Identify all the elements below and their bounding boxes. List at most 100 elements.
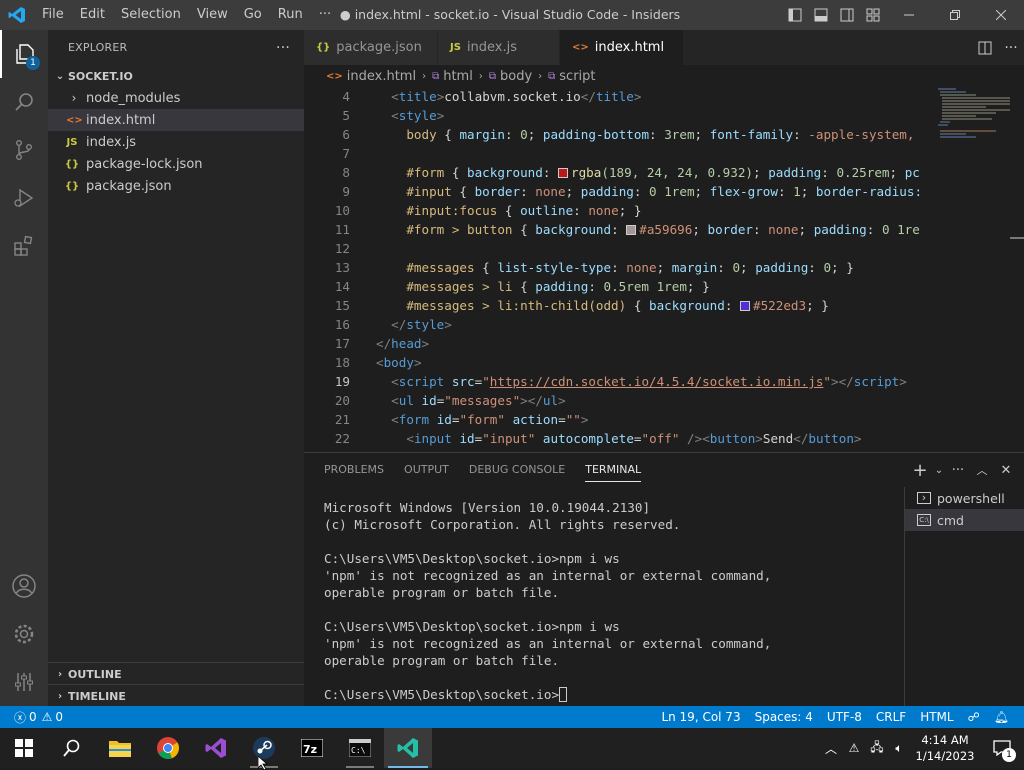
split-editor-icon[interactable] [972,33,998,63]
close-panel-icon[interactable]: ✕ [994,463,1018,478]
maximize-panel-icon[interactable]: ︿ [970,462,994,478]
network-icon[interactable]: 🖧︎ [866,738,888,759]
color-swatch[interactable] [558,168,569,178]
accounts-icon[interactable] [0,562,48,610]
7zip-icon[interactable]: 7z [288,728,336,768]
scrollbar-indicator[interactable] [1010,237,1024,239]
js-file-icon: JS [450,42,461,53]
timeline-section[interactable]: › TIMELINE [48,685,304,707]
tab-output[interactable]: OUTPUT [394,453,459,487]
window-title: ● index.html - socket.io - Visual Studio… [339,7,681,22]
tab-terminal[interactable]: TERMINAL [575,453,651,487]
chevron-right-icon: › [538,70,543,82]
menu-view[interactable]: View [189,0,236,30]
line-number: 7 [342,146,350,161]
language-mode[interactable]: HTML [913,710,960,724]
clock[interactable]: 4:14 AM 1/14/2023 [910,732,980,764]
vscode-insiders-taskbar-icon[interactable] [384,728,432,768]
encoding[interactable]: UTF-8 [820,710,869,724]
menu-go[interactable]: Go [236,0,270,30]
chrome-icon[interactable] [144,728,192,768]
tree-item-package-lock-json[interactable]: {} package-lock.json [48,153,304,175]
code-line: 9 #input { border: none; padding: 0 1rem… [304,182,930,201]
minimap[interactable] [936,87,1012,452]
svg-text:7z: 7z [303,743,317,756]
notification-center-icon[interactable]: 1 [980,728,1024,768]
restore-icon[interactable] [932,0,978,30]
tree-item-label: node_modules [86,90,181,106]
end-of-line[interactable]: CRLF [869,710,913,724]
settings-gear-icon[interactable] [0,610,48,658]
command-prompt-icon[interactable]: C:\ [336,728,384,768]
line-number: 6 [342,127,350,142]
customize-layout-icon[interactable] [860,0,886,30]
breadcrumb-file[interactable]: index.html [347,69,416,84]
tab-index-html[interactable]: <> index.html [560,30,684,65]
chevron-down-icon[interactable]: ⌄ [932,465,946,476]
extensions-icon[interactable] [0,222,48,270]
code-line: 4 <title>collabvm.socket.io</title> [304,87,930,106]
terminal-line: C:\Users\VM5\Desktop\socket.io>npm i ws [324,551,620,566]
terminal-output[interactable]: Microsoft Windows [Version 10.0.19044.21… [324,499,894,703]
explorer-more-icon[interactable]: ··· [276,40,290,56]
network-warning-icon[interactable]: ⚠ [842,741,866,755]
explorer-icon[interactable]: 1 [0,30,48,78]
menu-edit[interactable]: Edit [72,0,113,30]
toggle-primary-sidebar-icon[interactable] [782,0,808,30]
search-icon[interactable] [0,78,48,126]
more-actions-icon[interactable]: ··· [998,33,1024,63]
tree-item-index-js[interactable]: JS index.js [48,131,304,153]
feedback-icon[interactable]: ☍ [961,710,987,724]
tree-item-index-html[interactable]: <> index.html [48,109,304,131]
tab-index-js[interactable]: JS index.js [438,30,560,65]
element-icon: ⧉ [548,70,556,82]
notifications-bell-icon[interactable]: 🔔︎ [987,710,1016,724]
terminal-cursor [559,687,568,702]
tray-chevron-up-icon[interactable]: ︿ [820,740,842,757]
warning-icon: ⚠ [41,710,53,724]
minimize-icon[interactable] [886,0,932,30]
volume-icon[interactable]: 🔈︎ [888,741,910,756]
tab-problems[interactable]: PROBLEMS [314,453,394,487]
code-line: 21 <form id="form" action=""> [304,410,930,429]
line-number: 12 [334,241,350,256]
menu-selection[interactable]: Selection [113,0,189,30]
explorer-title: EXPLORER [68,41,128,54]
terminal-line: operable program or batch file. [324,585,560,600]
indentation[interactable]: Spaces: 4 [748,710,820,724]
tree-item-node-modules[interactable]: › node_modules [48,87,304,109]
source-control-icon[interactable] [0,126,48,174]
debug-sliders-icon[interactable] [0,658,48,706]
breadcrumb-script[interactable]: script [559,69,595,84]
terminal-item-cmd[interactable]: C:\ cmd [905,509,1024,531]
chevron-right-icon: › [478,70,483,82]
code-line: 11 #form > button { background: #a59696;… [304,220,930,239]
tab-package-json[interactable]: {} package.json [304,30,438,65]
cursor-position[interactable]: Ln 19, Col 73 [654,710,747,724]
breadcrumb-html[interactable]: html [443,69,473,84]
code-editor[interactable]: 4 <title>collabvm.socket.io</title> 5 <s… [304,87,930,452]
notification-count: 1 [1002,748,1016,762]
color-swatch[interactable] [739,301,750,311]
toggle-panel-icon[interactable] [808,0,834,30]
visual-studio-icon[interactable] [192,728,240,768]
windows-start-icon[interactable] [0,728,48,768]
outline-section[interactable]: › OUTLINE [48,663,304,685]
menu-file[interactable]: File [34,0,72,30]
folder-header[interactable]: ⌄ SOCKET.IO [48,65,304,87]
taskbar-search-icon[interactable] [48,728,96,768]
terminal-line: 'npm' is not recognized as an internal o… [324,636,772,651]
tree-item-package-json[interactable]: {} package.json [48,175,304,197]
breadcrumb-body[interactable]: body [500,69,532,84]
close-icon[interactable] [978,0,1024,30]
more-actions-icon[interactable]: ··· [946,463,970,478]
problems-status[interactable]: ⓧ 0 ⚠ 0 [0,709,63,726]
run-debug-icon[interactable] [0,174,48,222]
terminal-item-powershell[interactable]: › powershell [905,487,1024,509]
color-swatch[interactable] [626,225,637,235]
file-explorer-icon[interactable] [96,728,144,768]
tab-debug-console[interactable]: DEBUG CONSOLE [459,453,575,487]
new-terminal-icon[interactable]: + [908,460,932,481]
toggle-secondary-sidebar-icon[interactable] [834,0,860,30]
